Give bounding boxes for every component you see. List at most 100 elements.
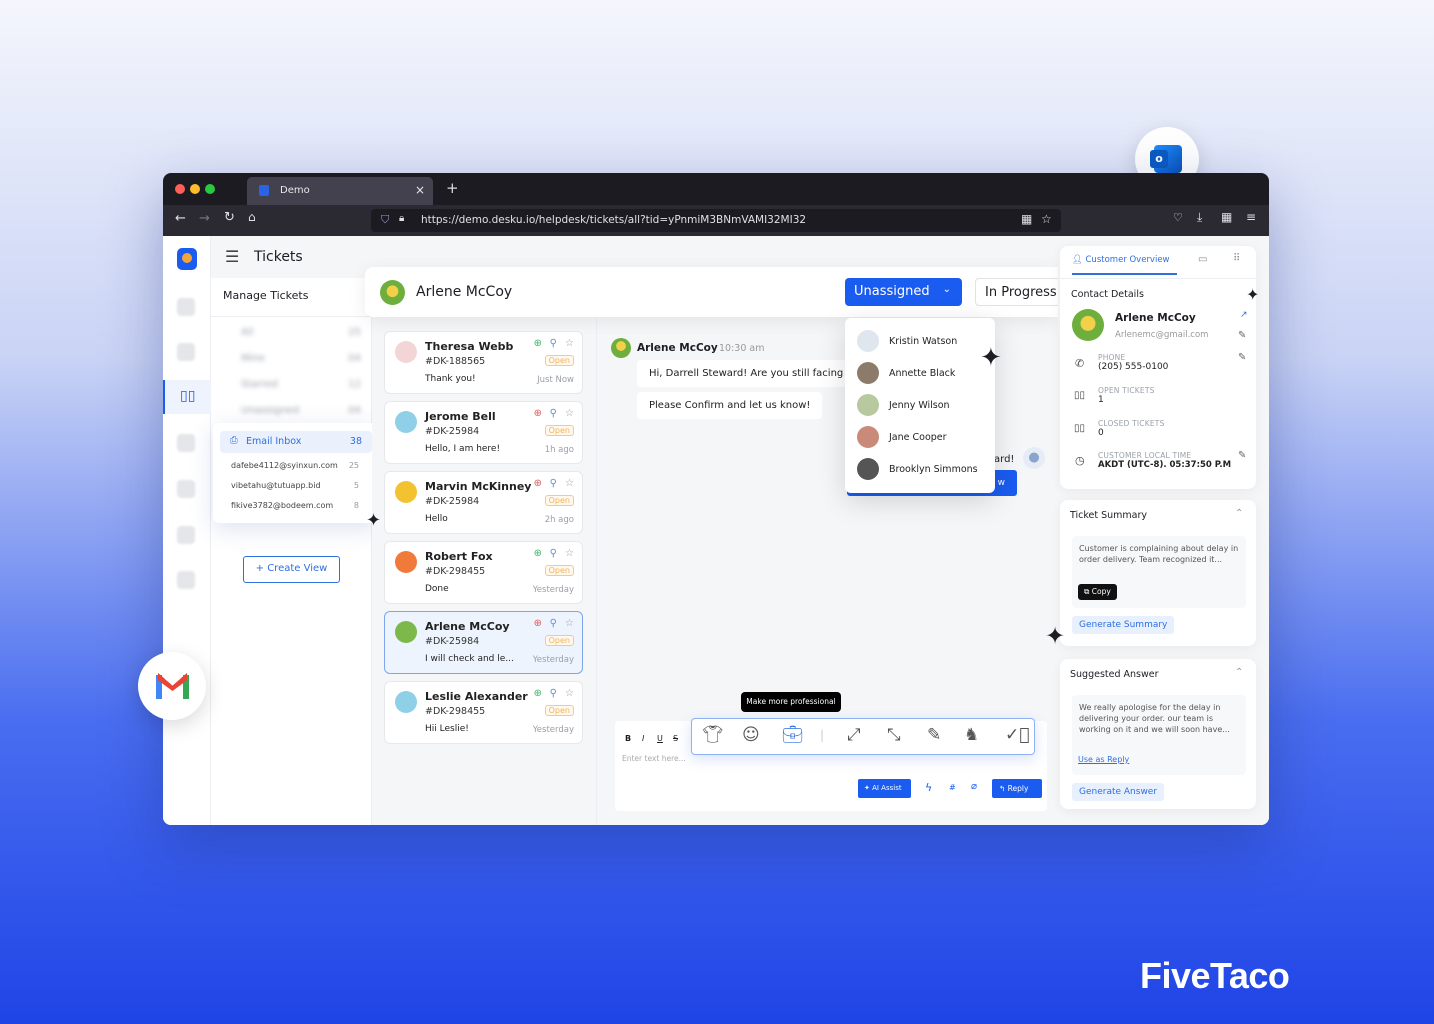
reload-icon[interactable]: ↻ xyxy=(224,210,235,225)
ticket-card[interactable]: Marvin McKinney #DK-25984 Hello 2h ago O… xyxy=(384,471,583,534)
avatar xyxy=(857,394,879,416)
tshirt-casual-icon[interactable]: 👕︎ xyxy=(702,725,724,745)
briefcase-professional-icon[interactable]: 💼︎ xyxy=(782,725,804,745)
ai-assist-button[interactable]: ✦ AI Assist xyxy=(858,779,911,798)
dashboard-icon[interactable] xyxy=(177,298,195,316)
contacts-icon[interactable] xyxy=(177,343,195,361)
underline-button[interactable]: U xyxy=(657,734,663,743)
star-icon[interactable]: ☆ xyxy=(565,688,574,699)
priority-icon[interactable]: ⊕ xyxy=(534,548,542,559)
expand-icon[interactable]: ⤢ xyxy=(847,725,861,745)
ticket-card[interactable]: Robert Fox #DK-298455 Done Yesterday Ope… xyxy=(384,541,583,604)
tab-apps-icon[interactable]: ⠿ xyxy=(1233,253,1240,264)
knowledge-icon[interactable] xyxy=(177,480,195,498)
ticket-card[interactable]: Leslie Alexander #DK-298455 Hii Leslie! … xyxy=(384,681,583,744)
maximize-window-button[interactable] xyxy=(205,184,215,194)
ticket-card[interactable]: Theresa Webb #DK-188565 Thank you! Just … xyxy=(384,331,583,394)
settings-icon[interactable] xyxy=(177,571,195,589)
menu-icon[interactable]: ≡ xyxy=(1246,210,1256,224)
inbox-account[interactable]: vibetahu@tutuapp.bid 5 xyxy=(231,481,359,490)
assign-dropdown-button[interactable]: Unassigned ⌄ xyxy=(845,278,962,306)
reply-input[interactable]: Enter text here... xyxy=(622,754,686,763)
inbox-account[interactable]: fikive3782@bodeem.com 8 xyxy=(231,501,359,510)
browser-tab[interactable]: Demo × xyxy=(247,177,433,205)
emoji-icon[interactable]: ☺ xyxy=(742,725,760,745)
shield-icon: ⛉ xyxy=(381,213,390,226)
tickets-nav[interactable]: ▯▯ xyxy=(163,380,211,414)
copy-button[interactable]: ⧉ Copy xyxy=(1078,584,1117,600)
chat-icon[interactable] xyxy=(177,434,195,452)
star-icon[interactable]: ☆ xyxy=(565,338,574,349)
pencil-icon[interactable]: ✎ xyxy=(927,725,941,745)
chevron-up-icon[interactable]: ⌃ xyxy=(1235,508,1243,519)
status-button[interactable]: In Progress xyxy=(975,278,1065,306)
lightning-icon[interactable]: ϟ xyxy=(925,781,932,794)
chevron-up-icon[interactable]: ⌃ xyxy=(1235,667,1243,678)
star-icon[interactable]: ☆ xyxy=(565,408,574,419)
attachment-icon[interactable]: ⌀ xyxy=(971,781,977,792)
priority-icon[interactable]: ⊕ xyxy=(534,618,542,629)
view-unassigned[interactable]: Unassigned 04 xyxy=(225,405,361,416)
customer-overview-card: 👤︎ Customer Overview ▭ ⠿ Contact Details… xyxy=(1060,246,1256,489)
pin-icon[interactable]: ⚲ xyxy=(550,548,557,559)
priority-icon[interactable]: ⊕ xyxy=(534,338,542,349)
forward-icon[interactable]: → xyxy=(199,211,210,226)
create-view-button[interactable]: + Create View xyxy=(243,556,340,583)
pin-icon[interactable]: ⚲ xyxy=(550,408,557,419)
generate-summary-button[interactable]: Generate Summary xyxy=(1072,616,1175,634)
email-inbox-item[interactable]: ⎙ Email Inbox 38 xyxy=(220,431,372,453)
edit-phone-icon[interactable]: ✎ xyxy=(1238,352,1246,363)
edit-time-icon[interactable]: ✎ xyxy=(1238,450,1246,461)
ticket-card[interactable]: Jerome Bell #DK-25984 Hello, I am here! … xyxy=(384,401,583,464)
pocket-icon[interactable]: ♡ xyxy=(1173,211,1183,224)
star-icon[interactable]: ☆ xyxy=(565,618,574,629)
view-starred[interactable]: Starred 12 xyxy=(225,379,361,390)
icon-rail: ▯▯ xyxy=(163,236,211,825)
star-icon[interactable]: ☆ xyxy=(565,478,574,489)
avatar xyxy=(395,621,417,643)
reply-button[interactable]: ↰ Reply xyxy=(992,779,1042,798)
priority-icon[interactable]: ⊕ xyxy=(534,408,542,419)
pin-icon[interactable]: ⚲ xyxy=(550,618,557,629)
status-badge: Open xyxy=(544,425,574,436)
address-bar[interactable]: ⛉ 🔒︎ https://demo.desku.io/helpdesk/tick… xyxy=(371,209,1061,232)
inbox-account[interactable]: dafebe4112@syinxun.com 25 xyxy=(231,461,359,470)
ticket-card[interactable]: Arlene McCoy #DK-25984 I will check and … xyxy=(384,611,583,674)
hamburger-icon[interactable]: ☰ xyxy=(225,247,239,266)
hashtag-icon[interactable]: # xyxy=(949,783,956,792)
tab-customer-overview[interactable]: 👤︎ Customer Overview xyxy=(1072,255,1177,275)
use-as-reply-link[interactable]: Use as Reply xyxy=(1078,755,1129,764)
edit-email-icon[interactable]: ✎ xyxy=(1238,330,1246,341)
sparkle-icon: ✦ xyxy=(980,343,1002,373)
pin-icon[interactable]: ⚲ xyxy=(550,688,557,699)
status-badge: Open xyxy=(544,495,574,506)
download-icon[interactable]: ⤓ xyxy=(1197,210,1202,225)
back-icon[interactable]: ← xyxy=(175,211,186,226)
generate-answer-button[interactable]: Generate Answer xyxy=(1072,783,1165,801)
shorten-icon[interactable]: ⤡ xyxy=(887,725,901,745)
rocking-horse-icon[interactable]: ♞ xyxy=(964,725,979,745)
tab-tickets-icon[interactable]: ▭ xyxy=(1198,254,1207,265)
minimize-window-button[interactable] xyxy=(190,184,200,194)
pin-icon[interactable]: ⚲ xyxy=(550,478,557,489)
extensions-icon[interactable]: ▦ xyxy=(1021,212,1032,226)
view-mine[interactable]: Mine 04 xyxy=(225,353,361,364)
priority-icon[interactable]: ⊕ xyxy=(534,688,542,699)
check-circle-icon[interactable]: ✓⃝ xyxy=(1005,725,1029,745)
italic-button[interactable]: I xyxy=(642,734,644,743)
bold-button[interactable]: B xyxy=(625,734,631,743)
bookmark-star-icon[interactable]: ☆ xyxy=(1041,212,1052,226)
open-external-icon[interactable]: ↗ xyxy=(1240,310,1248,320)
pin-icon[interactable]: ⚲ xyxy=(550,338,557,349)
home-icon[interactable]: ⌂ xyxy=(248,210,256,224)
new-tab-icon[interactable]: + xyxy=(446,179,459,197)
view-all[interactable]: All 25 xyxy=(225,327,361,338)
close-tab-icon[interactable]: × xyxy=(415,183,425,197)
reports-icon[interactable] xyxy=(177,526,195,544)
strikethrough-button[interactable]: S xyxy=(673,734,678,743)
reply-icon: ↰ xyxy=(999,784,1008,793)
close-window-button[interactable] xyxy=(175,184,185,194)
apps-icon[interactable]: ▦ xyxy=(1221,210,1232,224)
star-icon[interactable]: ☆ xyxy=(565,548,574,559)
priority-icon[interactable]: ⊕ xyxy=(534,478,542,489)
